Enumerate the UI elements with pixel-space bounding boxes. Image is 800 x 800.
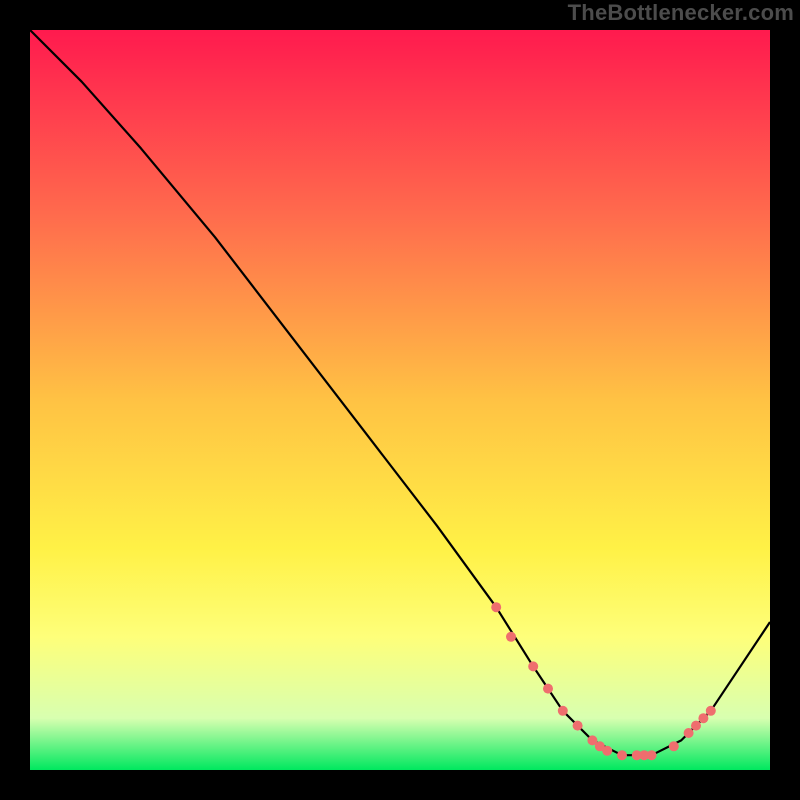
marker-point [647, 750, 657, 760]
marker-point [573, 721, 583, 731]
marker-point [558, 706, 568, 716]
marker-point [684, 728, 694, 738]
marker-point [602, 746, 612, 756]
marker-point [506, 632, 516, 642]
marker-point [691, 721, 701, 731]
marker-point [706, 706, 716, 716]
plot-area [30, 30, 770, 770]
chart-svg [30, 30, 770, 770]
gradient-background [30, 30, 770, 770]
marker-point [528, 661, 538, 671]
attribution-label: TheBottlenecker.com [568, 0, 794, 26]
marker-point [617, 750, 627, 760]
marker-point [543, 684, 553, 694]
marker-point [491, 602, 501, 612]
marker-point [669, 741, 679, 751]
chart-frame: TheBottlenecker.com [0, 0, 800, 800]
marker-point [698, 713, 708, 723]
